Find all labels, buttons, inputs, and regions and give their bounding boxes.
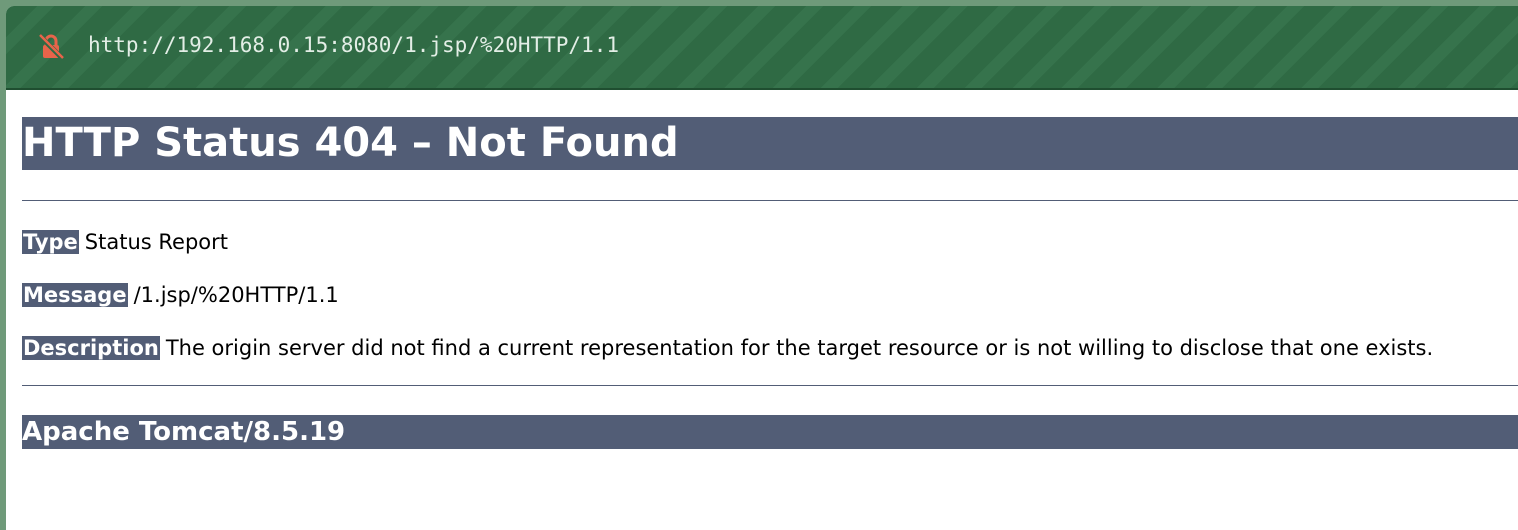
type-label: Type — [22, 230, 79, 254]
url-text[interactable]: http://192.168.0.15:8080/1.jsp/%20HTTP/1… — [88, 33, 619, 57]
divider — [22, 200, 1518, 201]
not-secure-lock-icon[interactable] — [36, 32, 66, 62]
description-row: Description The origin server did not fin… — [22, 333, 1518, 363]
error-page: HTTP Status 404 – Not Found Type Status R… — [22, 90, 1518, 449]
description-value: The origin server did not find a current… — [165, 336, 1434, 360]
server-footer: Apache Tomcat/8.5.19 — [22, 415, 1518, 449]
page-title: HTTP Status 404 – Not Found — [22, 117, 1518, 170]
type-row: Type Status Report — [22, 227, 1518, 257]
message-value: /1.jsp/%20HTTP/1.1 — [133, 283, 339, 307]
message-row: Message/1.jsp/%20HTTP/1.1 — [22, 280, 1518, 310]
browser-window: http://192.168.0.15:8080/1.jsp/%20HTTP/1… — [6, 6, 1518, 530]
divider — [22, 385, 1518, 386]
description-label: Description — [22, 336, 160, 360]
type-value: Status Report — [84, 230, 229, 254]
address-bar[interactable]: http://192.168.0.15:8080/1.jsp/%20HTTP/1… — [6, 6, 1518, 90]
message-label: Message — [22, 283, 128, 307]
